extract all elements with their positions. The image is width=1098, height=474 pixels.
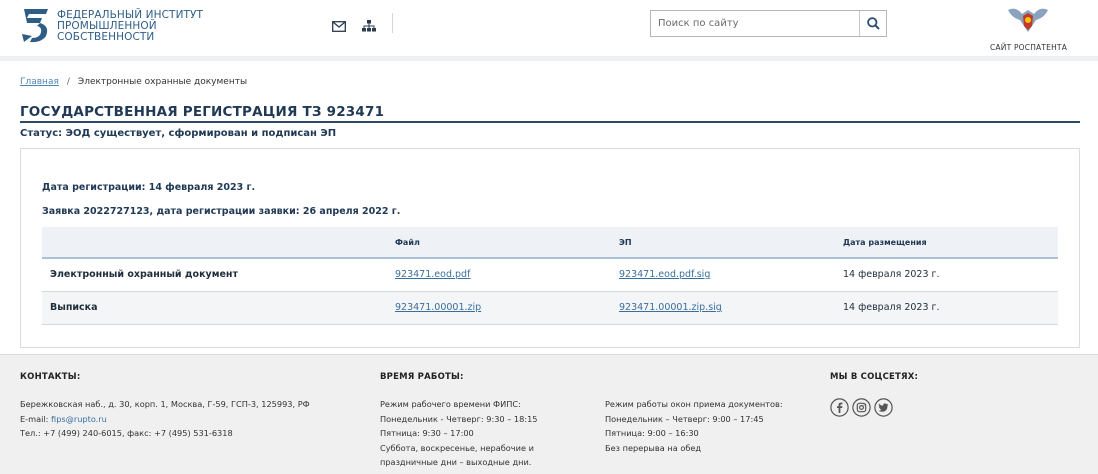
documents-table: Файл ЭП Дата размещения Электронный охра… [42,227,1058,325]
breadcrumb-home-link[interactable]: Главная [20,77,59,87]
mail-icon[interactable] [332,17,346,32]
search-button[interactable] [859,11,886,36]
sitemap-icon[interactable] [362,17,376,32]
instagram-icon[interactable] [852,398,871,417]
header-divider [392,13,393,33]
fips-logo-icon [22,9,48,43]
site-header: ФЕДЕРАЛЬНЫЙ ИНСТИТУТ ПРОМЫШЛЕННОЙ СОБСТВ… [0,0,1098,56]
file-download-link[interactable]: 923471.00001.zip [395,302,481,313]
rospatent-label: САЙТ РОСПАТЕНТА [990,43,1068,52]
column-header-signature: ЭП [619,227,843,259]
email-link[interactable]: fips@rupto.ru [51,414,107,424]
column-header-file: Файл [395,227,619,259]
table-row: Электронный охранный документ 923471.eod… [42,258,1058,292]
windows-hours-line: Понедельник – Четверг: 9:00 – 17:45 [605,413,764,424]
fips-hours-line: праздничные дни – выходные дни. [380,457,532,467]
breadcrumb: Главная / Электронные охранные документы [20,77,247,87]
contacts-address: Бережковская наб., д. 30, корп. 1, Москв… [20,399,310,409]
fips-hours-line: Понедельник - Четверг: 9:30 – 18:15 [380,413,538,424]
rospatent-link[interactable]: САЙТ РОСПАТЕНТА [990,4,1068,52]
document-name: Электронный охранный документ [42,258,395,292]
rospatent-emblem-icon [1008,8,1048,32]
windows-hours-line: Пятница: 9:00 – 16:30 [605,428,699,438]
fips-hours-line: Пятница: 9:30 – 17:00 [380,428,474,438]
site-footer: КОНТАКТЫ: Бережковская наб., д. 30, корп… [0,354,1098,474]
contacts-email-line: E-mail: fips@rupto.ru [20,412,310,427]
email-label: E-mail: [20,413,49,424]
breadcrumb-current: Электронные охранные документы [77,77,248,87]
document-name: Выписка [42,291,395,325]
status-text: Статус: ЭОД существует, сформирован и по… [20,128,337,139]
page-title: ГОСУДАРСТВЕННАЯ РЕГИСТРАЦИЯ ТЗ 923471 [20,104,385,120]
windows-hours-block: Режим работы окон приема документов: Пон… [605,397,783,455]
file-download-link[interactable]: 923471.eod.pdf [395,269,470,280]
header-icons [332,17,376,32]
search-box [650,10,887,37]
placement-date: 14 февраля 2023 г. [843,291,1058,325]
fips-logo[interactable]: ФЕДЕРАЛЬНЫЙ ИНСТИТУТ ПРОМЫШЛЕННОЙ СОБСТВ… [20,6,207,44]
twitter-icon[interactable] [874,398,893,417]
windows-hours-line: Режим работы окон приема документов: [605,399,783,409]
document-card: Дата регистрации: 14 февраля 2023 г. Зая… [20,148,1080,348]
title-underline [20,121,1080,123]
fips-hours-block: Режим рабочего времени ФИПС: Понедельник… [380,397,538,470]
fips-hours-line: Суббота, воскресенье, нерабочие и [380,442,534,453]
social-heading: МЫ В СОЦСЕТЯХ: [830,372,919,382]
main-content: Главная / Электронные охранные документы Г… [0,61,1098,354]
column-header-name [42,227,395,259]
signature-download-link[interactable]: 923471.eod.pdf.sig [619,269,710,280]
breadcrumb-separator: / [66,77,70,87]
table-row: Выписка 923471.00001.zip 923471.00001.zi… [42,291,1058,325]
contacts-heading: КОНТАКТЫ: [20,372,81,382]
registration-date: Дата регистрации: 14 февраля 2023 г. [42,182,256,193]
search-input[interactable] [651,11,859,36]
table-header-row: Файл ЭП Дата размещения [42,227,1058,259]
logo-text: ФЕДЕРАЛЬНЫЙ ИНСТИТУТ ПРОМЫШЛЕННОЙ СОБСТВ… [57,9,204,43]
placement-date: 14 февраля 2023 г. [843,258,1058,292]
fips-hours-line: Режим рабочего времени ФИПС: [380,399,521,409]
contacts-block: Бережковская наб., д. 30, корп. 1, Москв… [20,397,310,441]
search-icon [866,17,880,30]
contacts-phone: Тел.: +7 (499) 240-6015, факс: +7 (495) … [20,428,233,438]
hours-heading: ВРЕМЯ РАБОТЫ: [380,372,464,382]
social-links [830,398,893,417]
application-info: Заявка 2022727123, дата регистрации заяв… [42,206,401,217]
facebook-icon[interactable] [830,398,849,417]
signature-download-link[interactable]: 923471.00001.zip.sig [619,302,722,313]
column-header-date: Дата размещения [843,227,1058,259]
windows-hours-line: Без перерыва на обед [605,442,702,453]
